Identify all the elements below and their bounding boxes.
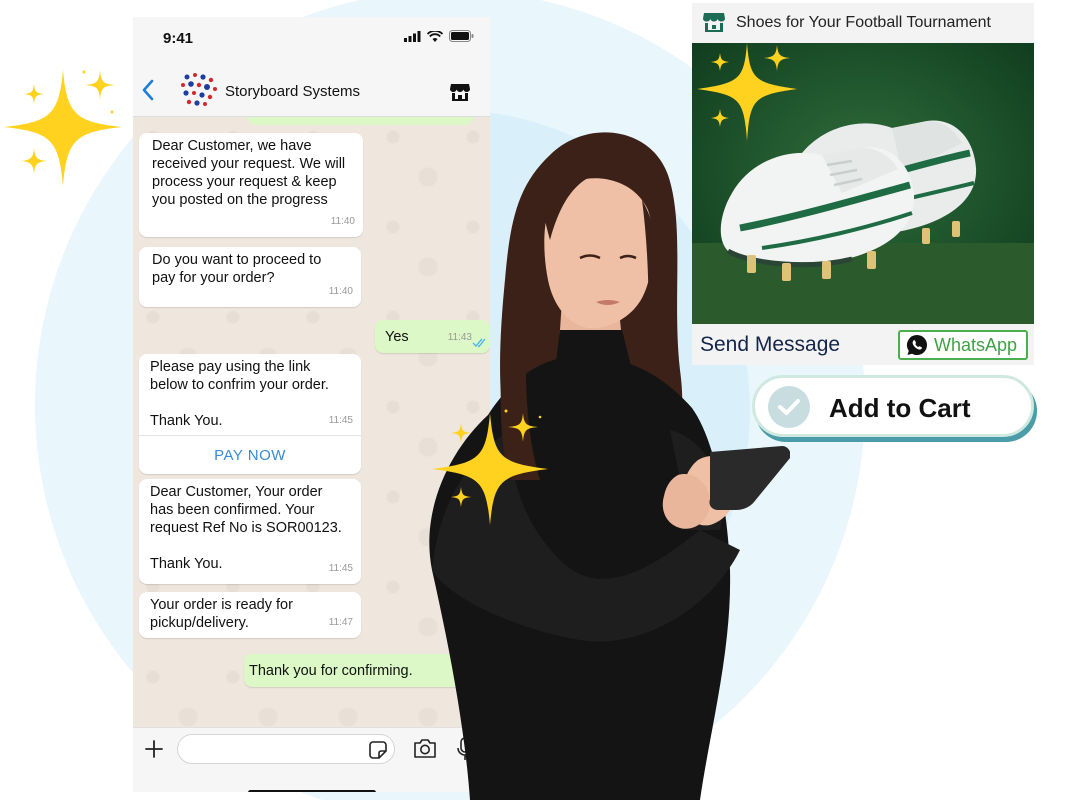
message-bubble: Your order is ready for pickup/delivery.… <box>139 592 361 638</box>
add-to-cart-button[interactable]: Add to Cart <box>752 375 1034 437</box>
message-bubble: Do you want to proceed to pay for your o… <box>139 247 361 307</box>
check-icon <box>768 386 810 428</box>
back-chevron-icon[interactable] <box>141 79 155 101</box>
whatsapp-label: WhatsApp <box>934 334 1018 355</box>
status-bar: 9:41 <box>133 17 490 59</box>
sparkle-icon <box>4 70 122 186</box>
contact-name[interactable]: Storyboard Systems <box>225 83 360 100</box>
plus-icon[interactable] <box>143 738 165 760</box>
add-to-cart-label: Add to Cart <box>829 393 971 423</box>
status-time: 9:41 <box>163 30 194 47</box>
message-time: 11:45 <box>328 415 353 426</box>
store-icon[interactable] <box>450 83 470 101</box>
football-boots-image <box>692 43 1034 324</box>
product-card[interactable]: Shoes for Your Football Tournament Send … <box>692 3 1034 365</box>
message-text: Dear Customer, Your order has been confi… <box>150 484 342 572</box>
message-bubble: Please pay using the link below to confr… <box>139 354 361 474</box>
store-icon <box>703 13 725 32</box>
send-message-label: Send Message <box>700 333 841 356</box>
product-title: Shoes for Your Football Tournament <box>736 14 991 31</box>
wifi-icon <box>427 30 443 42</box>
whatsapp-button[interactable]: WhatsApp <box>898 330 1028 360</box>
message-input[interactable] <box>177 734 395 764</box>
message-time: 11:45 <box>328 563 353 574</box>
sparkle-icon <box>432 409 548 525</box>
message-bubble: Dear Customer, we have received your req… <box>139 133 363 237</box>
message-text: Please pay using the link below to confr… <box>150 359 329 429</box>
sticker-icon[interactable] <box>369 741 387 759</box>
message-time: 11:47 <box>328 617 353 628</box>
message-bubble: Dear Customer, Your order has been confi… <box>139 479 361 584</box>
product-header: Shoes for Your Football Tournament <box>692 3 1034 43</box>
divider <box>139 435 361 436</box>
message-text: Dear Customer, we have received your req… <box>152 138 346 208</box>
whatsapp-icon <box>907 335 927 355</box>
home-indicator <box>248 790 376 792</box>
chat-header: Storyboard Systems <box>133 59 490 117</box>
signal-icon <box>404 30 421 42</box>
message-time: 11:40 <box>330 216 355 227</box>
storyboard-logo-icon <box>181 73 217 106</box>
message-text: Your order is ready for pickup/delivery. <box>150 597 293 631</box>
pay-now-button[interactable]: PAY NOW <box>139 447 361 465</box>
message-text: Do you want to proceed to pay for your o… <box>152 252 322 286</box>
previous-message-bubble <box>248 117 473 125</box>
message-time: 11:40 <box>328 286 353 297</box>
battery-icon <box>449 30 474 42</box>
